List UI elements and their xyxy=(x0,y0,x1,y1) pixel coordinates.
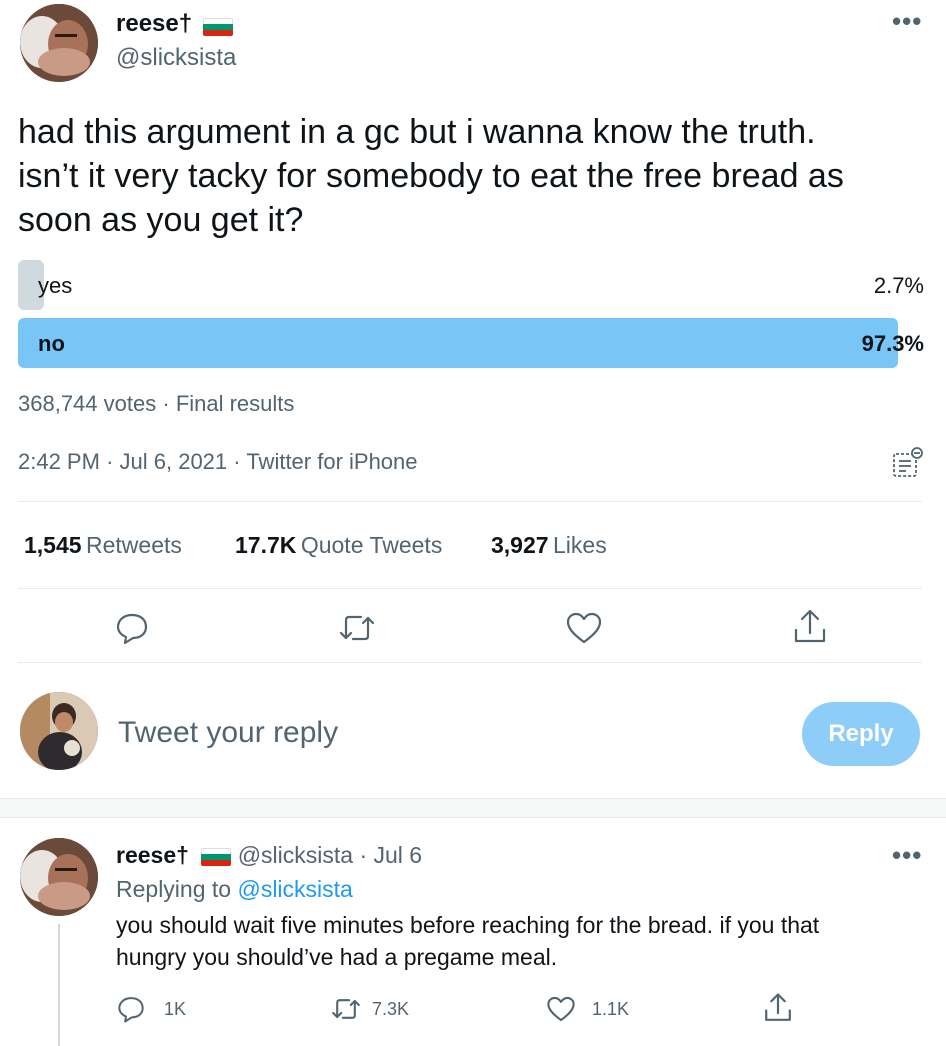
tweet-text-line: isn’t it very tacky for somebody to eat … xyxy=(18,157,844,195)
poll-option-percent-no: 97.3% xyxy=(861,331,924,356)
reply-author-avatar[interactable] xyxy=(20,838,98,916)
stat-likes-label: Likes xyxy=(553,532,607,558)
reply-action-retweet[interactable]: 7.3K xyxy=(330,994,409,1024)
heart-icon[interactable] xyxy=(565,610,603,646)
reply-text-line: you should wait five minutes before reac… xyxy=(116,912,820,938)
thread-line xyxy=(58,924,60,1046)
more-dots-icon[interactable]: ••• xyxy=(892,840,922,871)
share-icon[interactable] xyxy=(762,992,794,1029)
divider xyxy=(18,662,922,663)
reply-input[interactable]: Tweet your reply xyxy=(118,716,338,750)
divider xyxy=(18,588,922,589)
poll-option-label-yes: yes xyxy=(38,273,73,298)
reply-text: you should wait five minutes before reac… xyxy=(116,909,936,973)
tweet-text-line: had this argument in a gc but i wanna kn… xyxy=(18,113,816,151)
author-handle[interactable]: @slicksista xyxy=(116,44,236,72)
replying-to: Replying to @slicksista xyxy=(116,876,353,903)
reply-author-name[interactable]: reese† xyxy=(116,842,189,868)
author-name[interactable]: reese† xyxy=(116,10,192,37)
stat-likes-count: 3,927 xyxy=(491,532,549,558)
bulgaria-flag-icon xyxy=(201,847,232,866)
replying-to-handle[interactable]: @slicksista xyxy=(237,876,352,902)
reply-bubble-icon[interactable] xyxy=(114,610,150,646)
author-avatar[interactable] xyxy=(20,4,98,82)
share-icon[interactable] xyxy=(791,608,829,646)
stat-retweets-label: Retweets xyxy=(86,532,182,558)
poll-option-bar-no xyxy=(18,318,898,368)
divider xyxy=(18,501,922,502)
analytics-icon[interactable] xyxy=(891,446,925,485)
reply-button[interactable]: Reply xyxy=(802,702,920,766)
heart-icon[interactable] xyxy=(546,994,576,1024)
reply-action-reply[interactable]: 1K xyxy=(116,994,186,1024)
reply-bubble-icon[interactable] xyxy=(116,994,146,1024)
replying-to-prefix: Replying to xyxy=(116,876,232,902)
tweet-date[interactable]: Jul 6, 2021 xyxy=(120,449,228,474)
bulgaria-flag-icon xyxy=(202,17,233,36)
tweet-text-line: soon as you get it? xyxy=(18,201,304,239)
stat-retweets-count: 1,545 xyxy=(24,532,82,558)
section-separator xyxy=(0,798,946,818)
stat-quotes[interactable]: 17.7K Quote Tweets xyxy=(235,532,442,559)
tweet-timestamp[interactable]: 2:42 PM · Jul 6, 2021 · Twitter for iPho… xyxy=(18,449,418,475)
tweet-source[interactable]: Twitter for iPhone xyxy=(246,449,417,474)
retweet-icon[interactable] xyxy=(337,610,377,646)
poll-status: Final results xyxy=(175,391,295,416)
stat-quotes-label: Quote Tweets xyxy=(300,532,443,558)
poll-summary: 368,744 votes · Final results xyxy=(18,391,295,416)
poll-votes: 368,744 votes xyxy=(18,391,157,416)
stat-quotes-count: 17.7K xyxy=(235,532,297,558)
reply-text-line: hungry you should’ve had a pregame meal. xyxy=(116,944,558,970)
reply-action-like[interactable]: 1.1K xyxy=(546,994,629,1024)
stat-likes[interactable]: 3,927 Likes xyxy=(491,532,607,559)
reply-author-handle[interactable]: @slicksista xyxy=(238,842,353,868)
stat-retweets[interactable]: 1,545 Retweets xyxy=(24,532,182,559)
retweet-count: 7.3K xyxy=(372,998,410,1019)
like-count: 1.1K xyxy=(592,998,630,1019)
reply-header: reese† @slicksista · Jul 6 xyxy=(116,842,423,868)
tweet-text: had this argument in a gc but i wanna kn… xyxy=(18,110,938,242)
user-avatar[interactable] xyxy=(20,692,98,770)
poll: yes 2.7% no 97.3% xyxy=(18,258,924,370)
retweet-icon[interactable] xyxy=(330,994,362,1024)
poll-option-label-no: no xyxy=(38,331,65,356)
more-dots-icon[interactable]: ••• xyxy=(892,6,922,37)
tweet-time[interactable]: 2:42 PM xyxy=(18,449,100,474)
reply-date[interactable]: Jul 6 xyxy=(374,842,423,868)
poll-option-percent-yes: 2.7% xyxy=(873,273,924,298)
reply-count: 1K xyxy=(164,998,187,1019)
